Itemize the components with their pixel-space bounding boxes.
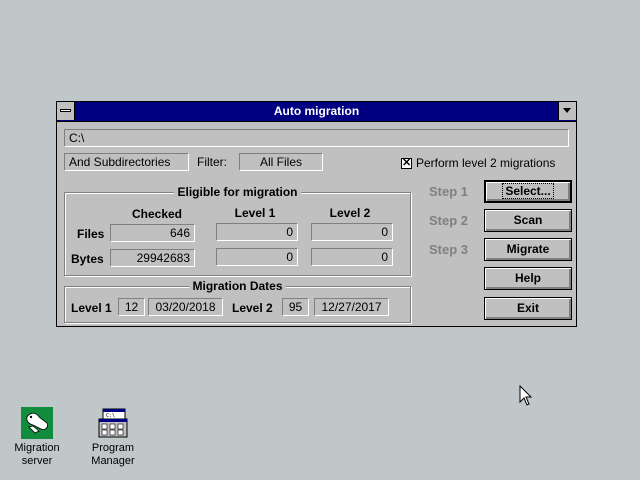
svg-text:C:\: C:\	[106, 413, 115, 419]
exit-button[interactable]: Exit	[484, 297, 572, 320]
bytes-level2-value: 0	[311, 248, 393, 266]
filter-field: All Files	[239, 153, 323, 171]
subdirectories-field: And Subdirectories	[64, 153, 189, 171]
path-field: C:\	[64, 129, 569, 147]
minimize-arrow-icon	[563, 108, 571, 113]
level2-days-field: 95	[282, 298, 309, 316]
mouse-cursor-icon	[519, 385, 533, 406]
files-level2-value: 0	[311, 223, 393, 241]
auto-migration-window: Auto migration C:\ And Subdirectories Fi…	[56, 101, 577, 327]
system-menu-icon	[60, 109, 71, 112]
migration-server-icon	[21, 407, 53, 439]
minimize-button[interactable]	[558, 102, 576, 120]
files-checked-value: 646	[110, 224, 195, 242]
program-manager-caption-1: Program	[91, 442, 135, 454]
step2-label: Step 2	[429, 213, 469, 228]
perform-level2-label[interactable]: Perform level 2 migrations	[416, 155, 555, 171]
level1-days-field: 12	[118, 298, 145, 316]
migration-dates-title: Migration Dates	[189, 279, 286, 293]
select-button[interactable]: Select...	[484, 180, 572, 203]
help-button[interactable]: Help	[484, 267, 572, 290]
dates-level2-label: Level 2	[232, 301, 273, 315]
files-level1-value: 0	[216, 223, 298, 241]
desktop-icon-program-manager[interactable]: C:\ Program Manager	[78, 407, 148, 468]
window-title: Auto migration	[273, 104, 360, 118]
title-bar[interactable]: Auto migration	[57, 102, 576, 122]
step1-label: Step 1	[429, 184, 469, 199]
bytes-checked-value: 29942683	[110, 249, 195, 267]
col-level1-header: Level 1	[234, 206, 276, 220]
col-level2-header: Level 2	[329, 206, 371, 220]
eligible-group-title: Eligible for migration	[174, 185, 301, 199]
col-checked-header: Checked	[131, 207, 183, 221]
perform-level2-checkbox[interactable]: ✕	[401, 158, 412, 169]
migration-server-caption-1: Migration	[14, 442, 60, 454]
program-manager-caption-2: Manager	[91, 455, 135, 467]
select-button-label: Select...	[502, 183, 554, 199]
program-manager-icon: C:\	[98, 408, 128, 438]
dates-level1-label: Level 1	[71, 301, 112, 315]
bytes-level1-value: 0	[216, 248, 298, 266]
migrate-button[interactable]: Migrate	[484, 238, 572, 261]
step3-label: Step 3	[429, 242, 469, 257]
system-menu-button[interactable]	[57, 102, 75, 120]
desktop-icon-migration-server[interactable]: Migration server	[2, 407, 72, 468]
level1-date-field: 03/20/2018	[148, 298, 223, 316]
row-bytes-label: Bytes	[71, 252, 104, 266]
scan-button[interactable]: Scan	[484, 209, 572, 232]
level2-date-field: 12/27/2017	[314, 298, 389, 316]
row-files-label: Files	[77, 227, 105, 241]
migration-server-caption-2: server	[21, 455, 53, 467]
filter-label: Filter:	[197, 155, 227, 169]
